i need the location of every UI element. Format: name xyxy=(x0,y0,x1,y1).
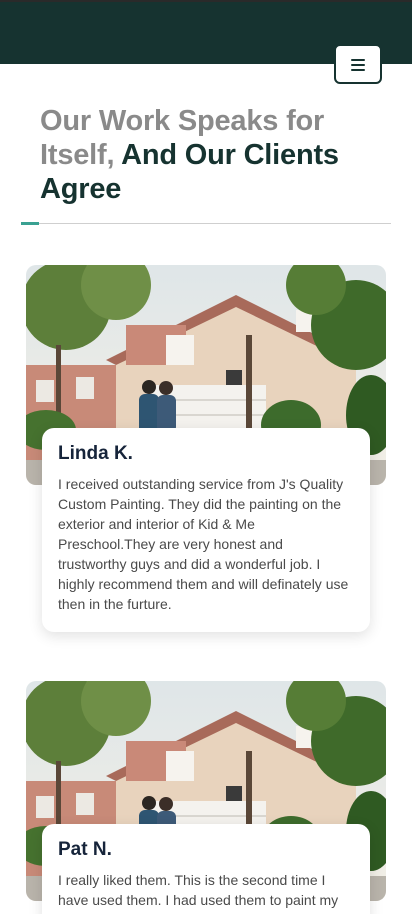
divider-accent xyxy=(21,222,39,225)
review-text: I received outstanding service from J's … xyxy=(58,476,349,612)
reviewer-name: Linda K. xyxy=(58,443,133,464)
testimonial-card: Pat N. I really liked them. This is the … xyxy=(26,681,386,914)
reviewer-name: Pat N. xyxy=(58,839,112,860)
review-text: I really liked them. This is the second … xyxy=(58,872,339,908)
hamburger-icon xyxy=(351,58,365,71)
testimonial-review: Linda K. I received outstanding service … xyxy=(42,428,370,632)
menu-button[interactable] xyxy=(334,44,382,84)
section-divider xyxy=(21,223,391,224)
testimonial-card: Linda K. I received outstanding service … xyxy=(26,265,386,635)
testimonial-review: Pat N. I really liked them. This is the … xyxy=(42,824,370,914)
section-heading: Our Work Speaks for Itself, And Our Clie… xyxy=(40,104,380,206)
